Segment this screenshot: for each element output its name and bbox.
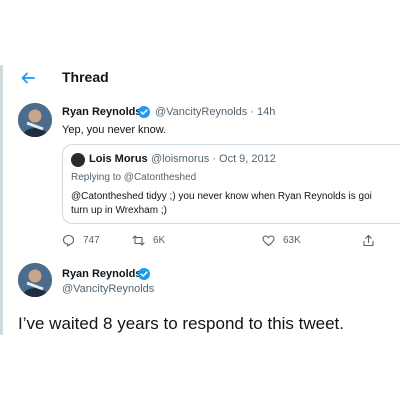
tweet-text: Yep, you never know. [62,124,167,136]
page-title: Thread [62,69,109,85]
reply-author-name[interactable]: Ryan Reynolds [62,268,141,280]
quoted-author-name: Lois Morus [89,153,148,165]
left-divider [0,65,3,335]
retweet-icon [132,234,145,246]
author-handle[interactable]: @VancityReynolds · 14h [155,106,275,118]
reply-tweet-text: I’ve waited 8 years to respond to this t… [18,314,345,333]
quoted-text-line-1: @Catontheshed tidyy ;) you never know wh… [71,191,372,202]
retweet-button[interactable]: 6K [132,232,165,248]
arrow-left-icon[interactable] [20,70,36,86]
quoted-author-handle: @loismorus · Oct 9, 2012 [151,153,276,165]
quoted-avatar[interactable] [71,153,85,167]
avatar[interactable] [18,263,52,297]
retweet-count: 6K [153,234,166,246]
thread-header: Thread [0,60,400,96]
replying-to: Replying to @Catontheshed [71,172,197,183]
quoted-text-line-2: turn up in Wrexham ;) [71,205,167,216]
share-icon [363,234,374,246]
reply-button[interactable]: 747 [62,232,100,248]
author-name[interactable]: Ryan Reynolds [62,106,141,118]
quoted-tweet-text: @Catontheshed tidyy ;) you never know wh… [71,190,400,218]
reply-icon [62,234,75,247]
verified-badge-icon [138,268,150,280]
share-button[interactable] [362,232,375,248]
verified-badge-icon [138,106,150,118]
reply-count: 747 [83,234,100,246]
avatar[interactable] [18,103,52,137]
like-button[interactable]: 63K [262,232,301,248]
quoted-tweet[interactable]: Lois Morus @loismorus · Oct 9, 2012 Repl… [62,144,400,224]
tweet-actions: 747 6K 63K [62,232,392,248]
reply-author-handle[interactable]: @VancityReynolds [62,283,154,295]
heart-icon [262,234,275,246]
like-count: 63K [283,234,301,246]
